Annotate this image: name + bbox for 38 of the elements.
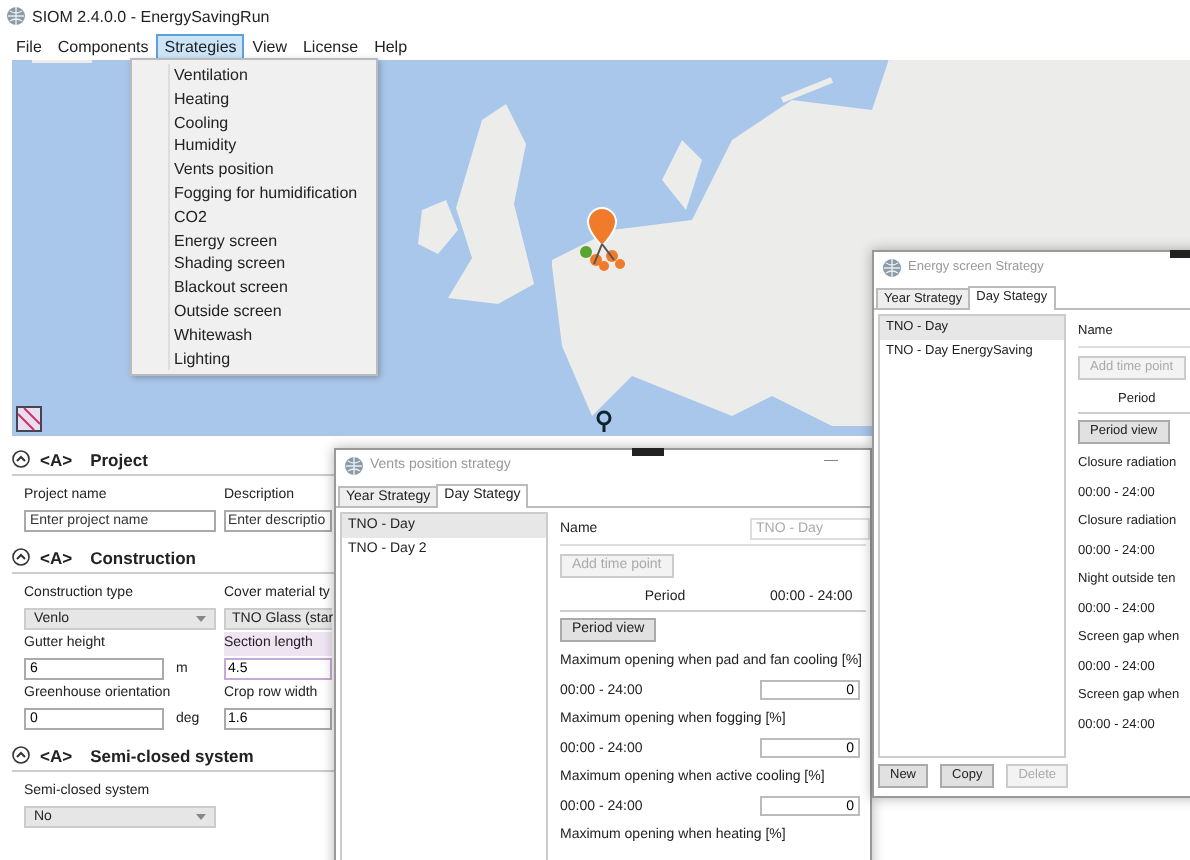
caret-icon <box>196 615 206 621</box>
collapse-icon[interactable] <box>12 746 30 764</box>
section-title: Semi-closed system <box>90 745 254 765</box>
menu-item[interactable]: Components <box>49 33 157 59</box>
map-pin-icon <box>596 410 612 432</box>
menu-item[interactable]: View <box>244 33 295 59</box>
menu-item[interactable]: Humidity <box>168 134 376 159</box>
menu-item[interactable]: Ventilation <box>168 64 376 88</box>
window-title: SIOM 2.4.0.0 - EnergySavingRun <box>32 7 270 25</box>
section-prefix: <A> <box>40 449 73 469</box>
collapse-icon[interactable] <box>12 548 30 566</box>
section-title: Construction <box>90 547 196 567</box>
menu-item[interactable]: Shading screen <box>168 252 376 277</box>
collapse-icon[interactable] <box>12 450 30 468</box>
map-layer-icon <box>16 406 42 432</box>
menu-item[interactable]: License <box>294 33 367 59</box>
menu-item[interactable]: Strategies <box>156 33 245 59</box>
menu-item[interactable]: Energy screen <box>168 229 376 253</box>
menu-item[interactable]: CO2 <box>168 205 376 230</box>
section-prefix: <A> <box>40 745 73 765</box>
app-logo-icon <box>344 455 364 475</box>
map-pin-cluster-icon <box>576 204 628 272</box>
menu-item[interactable]: Lighting <box>168 347 376 371</box>
menu-item[interactable]: Heating <box>168 87 376 112</box>
menu-item[interactable]: Vents position <box>168 158 376 182</box>
app-logo-icon <box>6 6 26 26</box>
menu-item[interactable]: Cooling <box>168 111 376 135</box>
menu-item[interactable]: Whitewash <box>168 323 376 348</box>
caret-icon <box>196 813 206 819</box>
menu-item[interactable]: Fogging for humidification <box>168 181 376 206</box>
section-title: Project <box>90 449 148 469</box>
app-logo-icon <box>882 257 902 277</box>
menu-item[interactable]: Help <box>366 33 416 59</box>
drag-handle[interactable] <box>632 448 664 456</box>
menu-item[interactable]: File <box>8 33 50 59</box>
menu-item[interactable]: Outside screen <box>168 299 376 324</box>
section-prefix: <A> <box>40 547 73 567</box>
menu-item[interactable]: Blackout screen <box>168 276 376 300</box>
